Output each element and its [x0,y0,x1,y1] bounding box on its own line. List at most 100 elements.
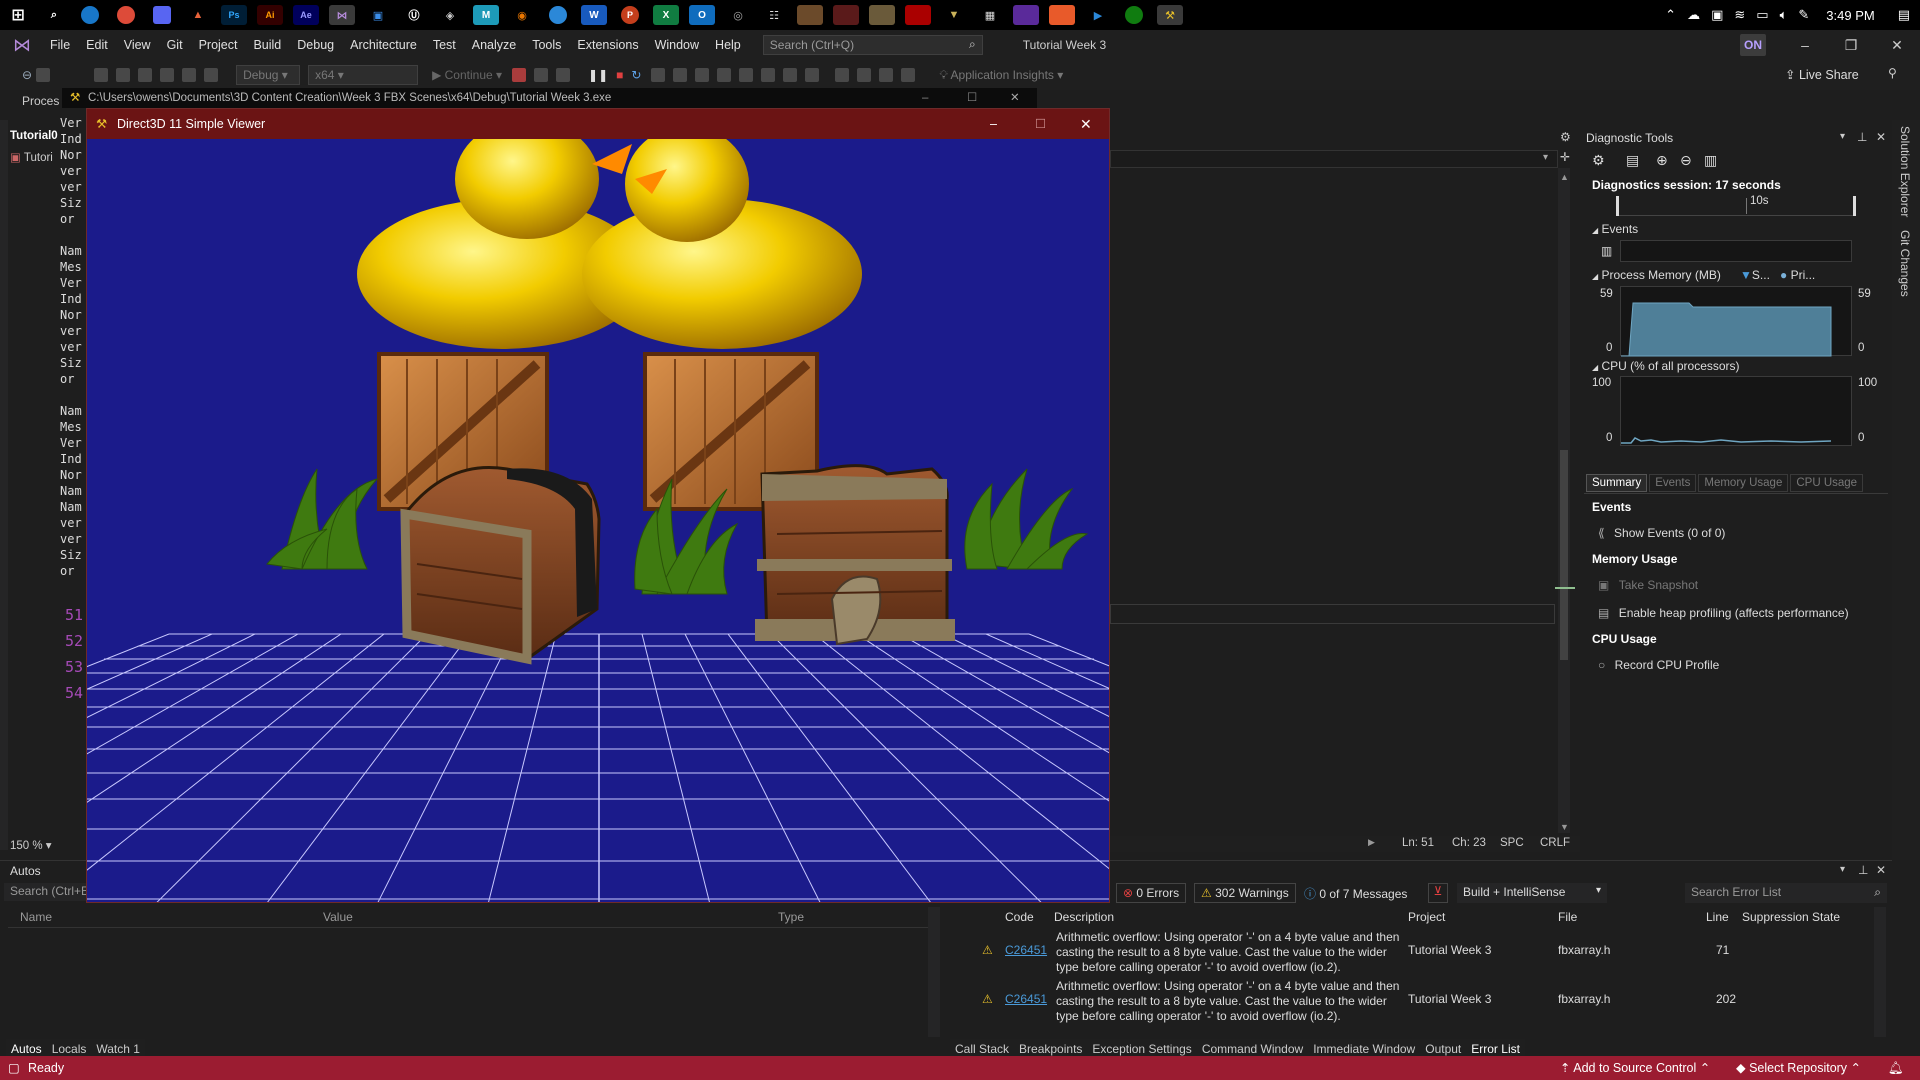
bookmark-icon[interactable] [857,68,872,82]
steam-icon[interactable]: ◎ [725,5,751,25]
restart-icon[interactable]: ↻ [631,68,641,82]
app-icon[interactable] [1049,5,1075,25]
app-icon[interactable]: ⚒ [1157,5,1183,25]
error-search-input[interactable]: Search Error List ⌕ [1685,883,1887,903]
app-icon[interactable]: ▦ [977,5,1003,25]
clock[interactable]: 3:49 PM [1826,8,1874,23]
column-indicator[interactable]: Ch: 23 [1452,837,1486,849]
volume-icon[interactable]: 🔈︎ [1780,7,1788,23]
notifications-icon[interactable]: 🔔︎ [1888,1056,1904,1080]
viewer-close-button[interactable]: ✕ [1080,109,1092,139]
column-type[interactable]: Type [778,910,804,924]
menu-debug[interactable]: Debug [289,30,342,60]
events-pause-icon[interactable]: ▥ [1601,244,1612,258]
column-project[interactable]: Project [1408,910,1445,924]
git-changes-tab[interactable]: Git Changes [1898,230,1912,297]
save-icon[interactable] [138,68,153,82]
messages-filter-button[interactable]: ⓘ 0 of 7 Messages [1298,883,1413,903]
menu-architecture[interactable]: Architecture [342,30,425,60]
menu-help[interactable]: Help [707,30,749,60]
unity-icon[interactable]: ◈ [437,5,463,25]
restore-button[interactable]: ❐ [1828,30,1874,60]
menu-build[interactable]: Build [245,30,289,60]
live-share-button[interactable]: ⇪ Live Share [1785,67,1859,82]
visual-studio-icon[interactable]: ⋈ [329,5,355,25]
app-icon[interactable] [869,5,895,25]
pin-icon[interactable]: ⊥ [1857,130,1867,144]
column-description[interactable]: Description [1054,910,1114,924]
console-close-button[interactable]: ✕ [1010,88,1020,108]
pause-icon[interactable]: ❚❚ [588,68,608,82]
redo-icon[interactable] [204,68,219,82]
warnings-filter-button[interactable]: ⚠ 302 Warnings [1194,883,1296,903]
hot-reload-icon[interactable] [512,68,527,82]
tab-cpu-usage[interactable]: CPU Usage [1790,474,1864,492]
menu-file[interactable]: File [42,30,78,60]
menu-edit[interactable]: Edit [78,30,116,60]
record-cpu-profile-button[interactable]: ○ Record CPU Profile [1598,658,1719,672]
app-icon[interactable]: ▼ [941,5,967,25]
close-icon[interactable]: ✕ [1876,863,1886,877]
table-row[interactable]: ⚠ C26451 Arithmetic overflow: Using oper… [980,929,1872,977]
scrollbar-thumb[interactable] [1560,450,1568,660]
select-repository-button[interactable]: ◆ Select Repository ⌃ [1736,1056,1861,1080]
step-icon[interactable] [695,68,710,82]
app-icon[interactable] [534,68,549,82]
unreal-icon[interactable]: Ⓤ [401,5,427,25]
stop-icon[interactable]: ■ [616,68,623,82]
errors-filter-button[interactable]: ⊗ 0 Errors [1116,883,1187,903]
menu-git[interactable]: Git [159,30,191,60]
memory-graph[interactable] [1620,286,1852,357]
app-icon[interactable] [1013,5,1039,25]
gear-icon[interactable]: ⚙ [1560,130,1571,144]
dropdown-arrow-icon[interactable]: ▾ [1840,864,1845,875]
error-code-link[interactable]: C26451 [1005,943,1047,957]
application-insights-button[interactable]: 💡︎ Application Insights ▾ [939,68,1063,83]
new-project-icon[interactable] [94,68,109,82]
menu-extensions[interactable]: Extensions [569,30,646,60]
events-section-label[interactable]: ◢ Events [1592,222,1638,236]
feedback-icon[interactable]: ⚲ [1888,66,1897,80]
app-icon[interactable]: ▣ [365,5,391,25]
app-icon[interactable] [805,68,820,82]
platform-dropdown[interactable]: x64 ▾ [308,65,419,85]
tab-events[interactable]: Events [1649,474,1697,492]
viewer-render-area[interactable] [87,119,1109,902]
solution-explorer-tab[interactable]: Solution Explorer [1898,126,1912,217]
search-icon[interactable]: ⌕ [41,5,67,25]
column-line[interactable]: Line [1706,910,1729,924]
app-icon[interactable] [761,68,776,82]
tab-memory-usage[interactable]: Memory Usage [1698,474,1789,492]
xbox-icon[interactable] [1125,6,1143,24]
photoshop-icon[interactable]: Ps [221,5,247,25]
viewer-titlebar[interactable]: ⚒ Direct3D 11 Simple Viewer – ☐ ✕ [87,109,1109,139]
illustrator-icon[interactable]: Ai [257,5,283,25]
continue-button[interactable]: ▶ Continue ▾ [432,68,502,82]
enable-heap-profiling-button[interactable]: ▤ Enable heap profiling (affects perform… [1598,606,1849,620]
powerpoint-icon[interactable]: P [621,6,639,24]
pen-icon[interactable]: ▲ [185,5,211,25]
cpu-section-label[interactable]: ◢ CPU (% of all processors) [1592,359,1740,373]
reset-view-icon[interactable]: ▥ [1704,152,1717,169]
app-icon[interactable]: ▶ [1085,5,1111,25]
app-icon[interactable] [905,5,931,25]
scroll-up-icon[interactable]: ▲ [1560,172,1569,182]
bookmark-icon[interactable] [879,68,894,82]
menu-analyze[interactable]: Analyze [464,30,524,60]
app-icon[interactable]: ☷ [761,5,787,25]
autos-search-input[interactable]: Search (Ctrl+E) [4,883,86,901]
pen-icon[interactable]: ✎ [1798,7,1809,23]
word-icon[interactable]: W [581,5,607,25]
windows-start-icon[interactable]: ⊞ [5,5,31,25]
user-avatar[interactable]: ON [1740,34,1766,56]
editor-file-label[interactable]: ▣ Tutori [10,150,53,164]
pin-icon[interactable]: ⊥ [1858,863,1868,877]
maya-icon[interactable]: M [473,5,499,25]
forward-icon[interactable] [36,68,51,82]
settings-icon[interactable]: ⚙ [1592,152,1605,169]
excel-icon[interactable]: X [653,5,679,25]
line-ending-indicator[interactable]: CRLF [1540,837,1570,849]
app-icon[interactable] [556,68,571,82]
column-file[interactable]: File [1558,910,1577,924]
line-indicator[interactable]: Ln: 51 [1402,837,1434,849]
